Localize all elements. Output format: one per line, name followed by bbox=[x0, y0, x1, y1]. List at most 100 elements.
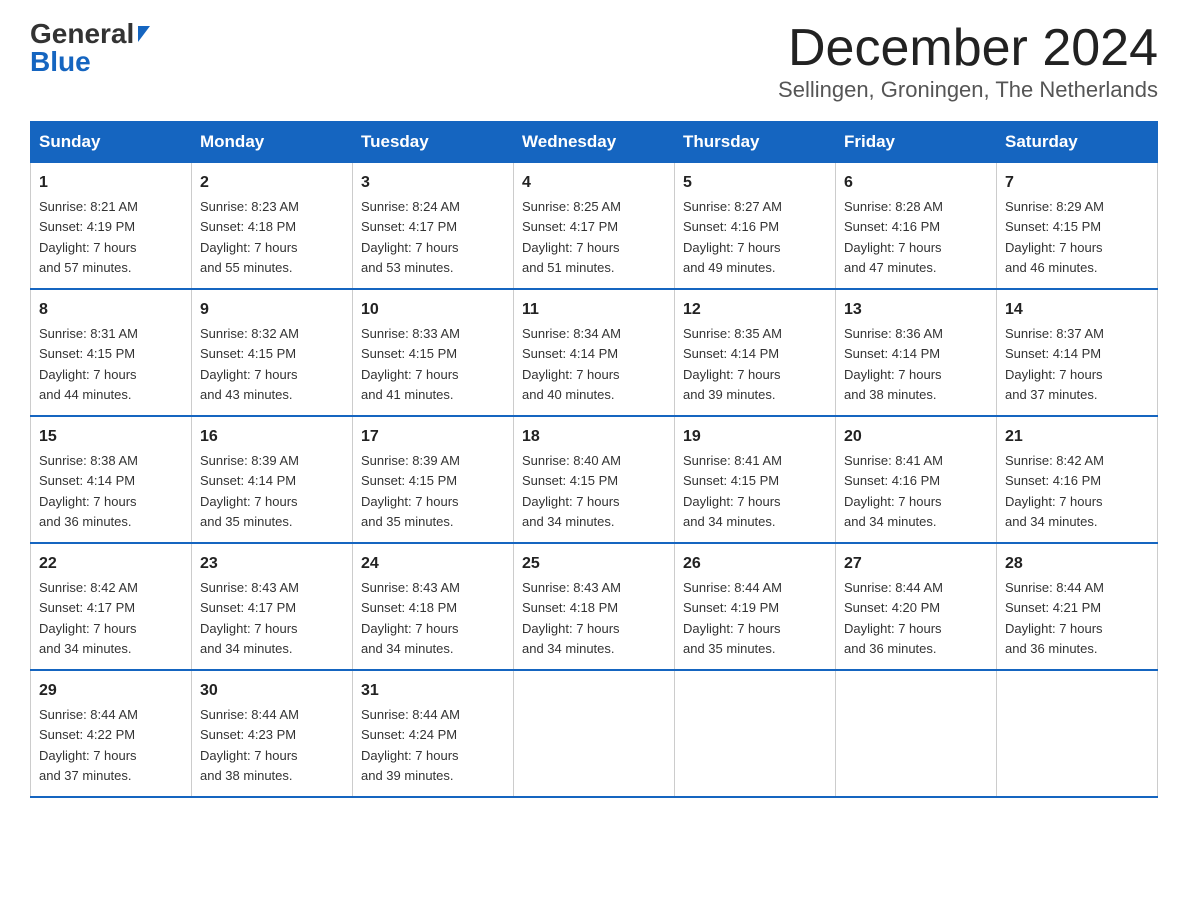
day-info: Sunrise: 8:25 AMSunset: 4:17 PMDaylight:… bbox=[522, 199, 621, 275]
calendar-cell: 21 Sunrise: 8:42 AMSunset: 4:16 PMDaylig… bbox=[997, 416, 1158, 543]
day-number: 16 bbox=[200, 425, 344, 449]
calendar-cell: 10 Sunrise: 8:33 AMSunset: 4:15 PMDaylig… bbox=[353, 289, 514, 416]
day-number: 22 bbox=[39, 552, 183, 576]
calendar-table: SundayMondayTuesdayWednesdayThursdayFrid… bbox=[30, 121, 1158, 798]
calendar-cell: 3 Sunrise: 8:24 AMSunset: 4:17 PMDayligh… bbox=[353, 163, 514, 290]
header-wednesday: Wednesday bbox=[514, 122, 675, 163]
calendar-cell: 11 Sunrise: 8:34 AMSunset: 4:14 PMDaylig… bbox=[514, 289, 675, 416]
calendar-cell bbox=[836, 670, 997, 797]
header-saturday: Saturday bbox=[997, 122, 1158, 163]
day-info: Sunrise: 8:40 AMSunset: 4:15 PMDaylight:… bbox=[522, 453, 621, 529]
calendar-cell: 19 Sunrise: 8:41 AMSunset: 4:15 PMDaylig… bbox=[675, 416, 836, 543]
day-info: Sunrise: 8:41 AMSunset: 4:16 PMDaylight:… bbox=[844, 453, 943, 529]
page-header: General Blue December 2024 Sellingen, Gr… bbox=[30, 20, 1158, 103]
day-info: Sunrise: 8:27 AMSunset: 4:16 PMDaylight:… bbox=[683, 199, 782, 275]
logo-blue-text: Blue bbox=[30, 48, 91, 76]
calendar-cell: 9 Sunrise: 8:32 AMSunset: 4:15 PMDayligh… bbox=[192, 289, 353, 416]
day-number: 25 bbox=[522, 552, 666, 576]
day-info: Sunrise: 8:43 AMSunset: 4:18 PMDaylight:… bbox=[361, 580, 460, 656]
calendar-cell: 13 Sunrise: 8:36 AMSunset: 4:14 PMDaylig… bbox=[836, 289, 997, 416]
day-number: 2 bbox=[200, 171, 344, 195]
day-info: Sunrise: 8:36 AMSunset: 4:14 PMDaylight:… bbox=[844, 326, 943, 402]
calendar-cell: 1 Sunrise: 8:21 AMSunset: 4:19 PMDayligh… bbox=[31, 163, 192, 290]
calendar-cell: 4 Sunrise: 8:25 AMSunset: 4:17 PMDayligh… bbox=[514, 163, 675, 290]
day-info: Sunrise: 8:35 AMSunset: 4:14 PMDaylight:… bbox=[683, 326, 782, 402]
calendar-week-4: 22 Sunrise: 8:42 AMSunset: 4:17 PMDaylig… bbox=[31, 543, 1158, 670]
header-thursday: Thursday bbox=[675, 122, 836, 163]
day-number: 8 bbox=[39, 298, 183, 322]
calendar-cell: 28 Sunrise: 8:44 AMSunset: 4:21 PMDaylig… bbox=[997, 543, 1158, 670]
calendar-cell: 24 Sunrise: 8:43 AMSunset: 4:18 PMDaylig… bbox=[353, 543, 514, 670]
calendar-cell: 29 Sunrise: 8:44 AMSunset: 4:22 PMDaylig… bbox=[31, 670, 192, 797]
logo-triangle-icon bbox=[138, 26, 150, 42]
day-number: 27 bbox=[844, 552, 988, 576]
logo-general-text: General bbox=[30, 20, 134, 48]
day-info: Sunrise: 8:41 AMSunset: 4:15 PMDaylight:… bbox=[683, 453, 782, 529]
calendar-cell: 31 Sunrise: 8:44 AMSunset: 4:24 PMDaylig… bbox=[353, 670, 514, 797]
calendar-cell: 7 Sunrise: 8:29 AMSunset: 4:15 PMDayligh… bbox=[997, 163, 1158, 290]
day-info: Sunrise: 8:44 AMSunset: 4:19 PMDaylight:… bbox=[683, 580, 782, 656]
day-number: 17 bbox=[361, 425, 505, 449]
location-title: Sellingen, Groningen, The Netherlands bbox=[778, 77, 1158, 103]
day-info: Sunrise: 8:44 AMSunset: 4:22 PMDaylight:… bbox=[39, 707, 138, 783]
day-number: 26 bbox=[683, 552, 827, 576]
day-info: Sunrise: 8:44 AMSunset: 4:23 PMDaylight:… bbox=[200, 707, 299, 783]
day-number: 15 bbox=[39, 425, 183, 449]
day-number: 4 bbox=[522, 171, 666, 195]
calendar-cell: 20 Sunrise: 8:41 AMSunset: 4:16 PMDaylig… bbox=[836, 416, 997, 543]
day-number: 6 bbox=[844, 171, 988, 195]
day-number: 30 bbox=[200, 679, 344, 703]
day-number: 12 bbox=[683, 298, 827, 322]
day-number: 11 bbox=[522, 298, 666, 322]
calendar-header-row: SundayMondayTuesdayWednesdayThursdayFrid… bbox=[31, 122, 1158, 163]
logo: General Blue bbox=[30, 20, 150, 76]
day-number: 5 bbox=[683, 171, 827, 195]
day-number: 1 bbox=[39, 171, 183, 195]
day-info: Sunrise: 8:43 AMSunset: 4:17 PMDaylight:… bbox=[200, 580, 299, 656]
day-info: Sunrise: 8:39 AMSunset: 4:14 PMDaylight:… bbox=[200, 453, 299, 529]
day-info: Sunrise: 8:29 AMSunset: 4:15 PMDaylight:… bbox=[1005, 199, 1104, 275]
day-info: Sunrise: 8:33 AMSunset: 4:15 PMDaylight:… bbox=[361, 326, 460, 402]
day-number: 29 bbox=[39, 679, 183, 703]
header-tuesday: Tuesday bbox=[353, 122, 514, 163]
calendar-cell: 5 Sunrise: 8:27 AMSunset: 4:16 PMDayligh… bbox=[675, 163, 836, 290]
calendar-cell: 15 Sunrise: 8:38 AMSunset: 4:14 PMDaylig… bbox=[31, 416, 192, 543]
title-block: December 2024 Sellingen, Groningen, The … bbox=[778, 20, 1158, 103]
calendar-week-1: 1 Sunrise: 8:21 AMSunset: 4:19 PMDayligh… bbox=[31, 163, 1158, 290]
day-info: Sunrise: 8:44 AMSunset: 4:20 PMDaylight:… bbox=[844, 580, 943, 656]
day-number: 18 bbox=[522, 425, 666, 449]
header-friday: Friday bbox=[836, 122, 997, 163]
day-number: 7 bbox=[1005, 171, 1149, 195]
calendar-cell bbox=[997, 670, 1158, 797]
day-number: 23 bbox=[200, 552, 344, 576]
day-info: Sunrise: 8:38 AMSunset: 4:14 PMDaylight:… bbox=[39, 453, 138, 529]
day-info: Sunrise: 8:31 AMSunset: 4:15 PMDaylight:… bbox=[39, 326, 138, 402]
calendar-week-3: 15 Sunrise: 8:38 AMSunset: 4:14 PMDaylig… bbox=[31, 416, 1158, 543]
calendar-cell: 17 Sunrise: 8:39 AMSunset: 4:15 PMDaylig… bbox=[353, 416, 514, 543]
day-info: Sunrise: 8:44 AMSunset: 4:24 PMDaylight:… bbox=[361, 707, 460, 783]
day-number: 28 bbox=[1005, 552, 1149, 576]
day-number: 3 bbox=[361, 171, 505, 195]
day-info: Sunrise: 8:42 AMSunset: 4:16 PMDaylight:… bbox=[1005, 453, 1104, 529]
day-number: 13 bbox=[844, 298, 988, 322]
day-info: Sunrise: 8:42 AMSunset: 4:17 PMDaylight:… bbox=[39, 580, 138, 656]
calendar-cell: 16 Sunrise: 8:39 AMSunset: 4:14 PMDaylig… bbox=[192, 416, 353, 543]
day-info: Sunrise: 8:43 AMSunset: 4:18 PMDaylight:… bbox=[522, 580, 621, 656]
calendar-cell: 8 Sunrise: 8:31 AMSunset: 4:15 PMDayligh… bbox=[31, 289, 192, 416]
calendar-cell: 23 Sunrise: 8:43 AMSunset: 4:17 PMDaylig… bbox=[192, 543, 353, 670]
day-info: Sunrise: 8:44 AMSunset: 4:21 PMDaylight:… bbox=[1005, 580, 1104, 656]
day-info: Sunrise: 8:37 AMSunset: 4:14 PMDaylight:… bbox=[1005, 326, 1104, 402]
day-info: Sunrise: 8:34 AMSunset: 4:14 PMDaylight:… bbox=[522, 326, 621, 402]
calendar-cell: 2 Sunrise: 8:23 AMSunset: 4:18 PMDayligh… bbox=[192, 163, 353, 290]
calendar-cell: 27 Sunrise: 8:44 AMSunset: 4:20 PMDaylig… bbox=[836, 543, 997, 670]
day-info: Sunrise: 8:39 AMSunset: 4:15 PMDaylight:… bbox=[361, 453, 460, 529]
day-number: 14 bbox=[1005, 298, 1149, 322]
day-info: Sunrise: 8:21 AMSunset: 4:19 PMDaylight:… bbox=[39, 199, 138, 275]
day-number: 20 bbox=[844, 425, 988, 449]
calendar-week-5: 29 Sunrise: 8:44 AMSunset: 4:22 PMDaylig… bbox=[31, 670, 1158, 797]
calendar-cell: 12 Sunrise: 8:35 AMSunset: 4:14 PMDaylig… bbox=[675, 289, 836, 416]
calendar-cell: 30 Sunrise: 8:44 AMSunset: 4:23 PMDaylig… bbox=[192, 670, 353, 797]
day-number: 9 bbox=[200, 298, 344, 322]
day-number: 10 bbox=[361, 298, 505, 322]
calendar-week-2: 8 Sunrise: 8:31 AMSunset: 4:15 PMDayligh… bbox=[31, 289, 1158, 416]
